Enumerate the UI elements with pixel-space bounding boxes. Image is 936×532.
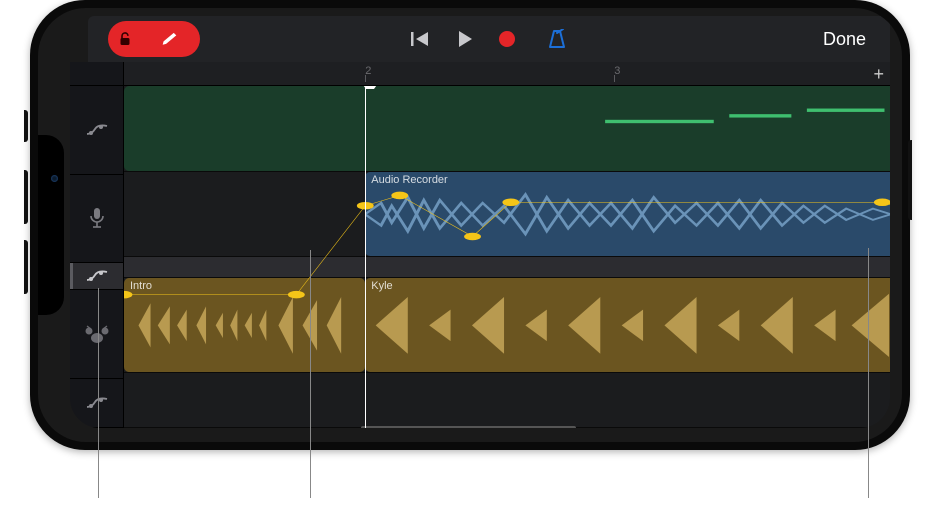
lock-toggle-button[interactable] <box>108 21 142 57</box>
callout-line <box>98 288 99 498</box>
callout-line <box>868 248 869 498</box>
add-section-button[interactable]: + <box>873 64 884 85</box>
lock-open-icon <box>117 31 133 47</box>
metronome-button[interactable] <box>546 29 568 49</box>
track-3-header[interactable] <box>70 290 123 379</box>
region-label: Intro <box>130 280 152 292</box>
automation-curve-icon <box>86 396 108 410</box>
record-button[interactable] <box>498 30 516 48</box>
track-lane-3-automation[interactable] <box>124 373 890 428</box>
region-label: Audio Recorder <box>371 174 447 186</box>
toolbar: Done <box>88 16 890 62</box>
play-button[interactable] <box>456 30 474 48</box>
track-header-column <box>70 62 124 428</box>
drum-kit-icon <box>84 324 110 344</box>
rewind-button[interactable] <box>410 30 432 48</box>
edit-automation-button[interactable] <box>142 21 200 57</box>
automation-lane-selected[interactable] <box>124 257 890 278</box>
track-lane-1[interactable] <box>124 86 890 172</box>
tracks-workspace: 2 3 + <box>70 62 890 428</box>
phone-side-button <box>24 240 28 294</box>
drum-hits-preview <box>124 278 365 373</box>
playhead[interactable] <box>365 86 366 428</box>
track-area: 2 3 + <box>124 62 890 428</box>
region-audio-recorder[interactable]: Audio Recorder <box>365 172 890 257</box>
microphone-icon <box>88 207 106 229</box>
drum-hits-preview <box>365 278 890 373</box>
region-midi-green[interactable] <box>124 86 890 171</box>
ruler-tick: 2 <box>365 65 371 77</box>
track-lane-2[interactable]: Audio Recorder <box>124 172 890 258</box>
track-2-header[interactable] <box>70 175 123 264</box>
track-lane-3[interactable]: Intro <box>124 278 890 374</box>
pencil-icon <box>161 32 181 46</box>
phone-side-button <box>908 140 912 220</box>
track-2-automation-header[interactable] <box>70 263 123 290</box>
midi-notes-preview <box>124 86 890 171</box>
tracks-scroll-area[interactable]: Audio Recorder Intro <box>124 86 890 428</box>
phone-side-button <box>24 110 28 142</box>
region-label: Kyle <box>371 280 392 292</box>
automation-curve-icon <box>86 123 108 137</box>
region-drums-kyle[interactable]: Kyle <box>365 278 890 373</box>
phone-screen: Done <box>38 8 902 442</box>
horizontal-scrollbar[interactable] <box>361 426 575 428</box>
phone-frame: Done <box>30 0 910 450</box>
timeline-ruler[interactable]: 2 3 + <box>124 62 890 86</box>
automation-curve-icon <box>86 269 108 283</box>
callout-line <box>310 250 311 498</box>
track-1-automation-header[interactable] <box>70 86 123 175</box>
ruler-tick: 3 <box>614 65 620 77</box>
phone-side-button <box>24 170 28 224</box>
region-drums-intro[interactable]: Intro <box>124 278 365 373</box>
notch <box>38 135 64 315</box>
track-3-automation-header[interactable] <box>70 379 123 428</box>
done-button[interactable]: Done <box>823 29 866 50</box>
